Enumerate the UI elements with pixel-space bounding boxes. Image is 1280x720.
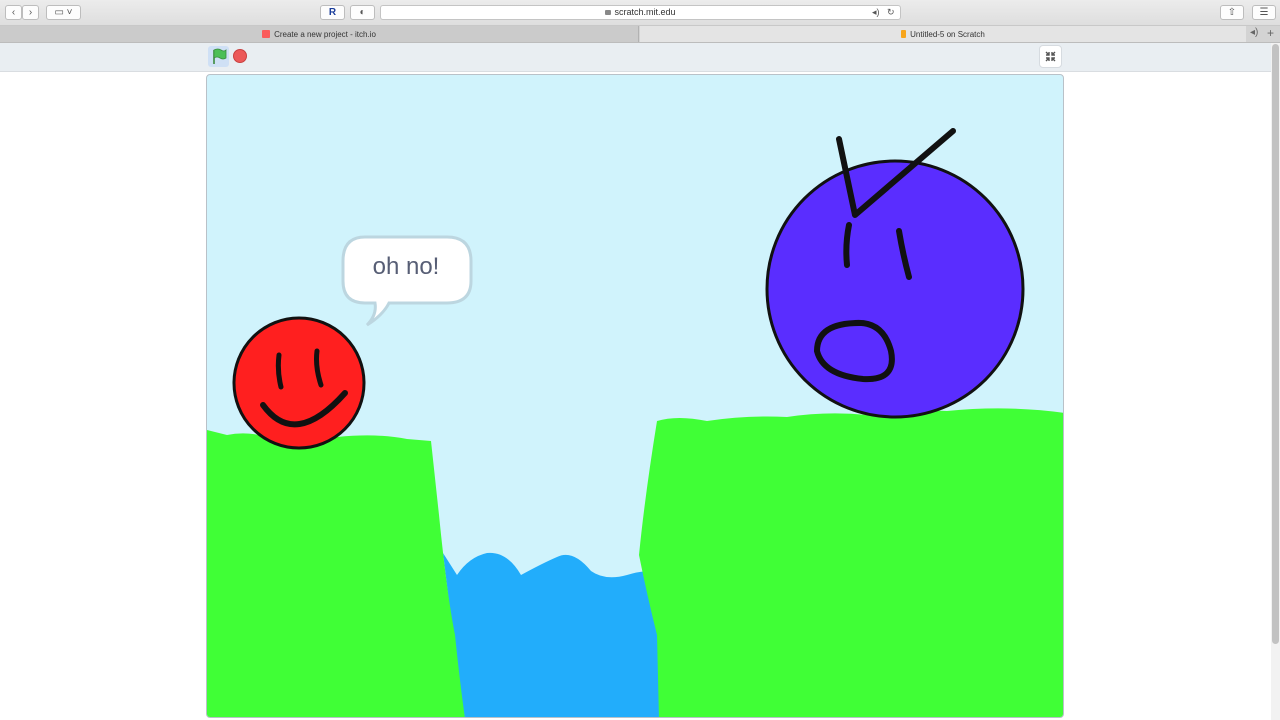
share-button[interactable]: ⇧ (1220, 5, 1244, 20)
green-flag-icon (213, 48, 227, 64)
audio-icon[interactable]: ◂) (872, 7, 880, 18)
fullscreen-button[interactable] (1039, 45, 1062, 68)
tab-label: Create a new project - itch.io (274, 29, 376, 39)
tab-scratch[interactable]: Untitled-5 on Scratch (640, 26, 1246, 42)
right-ground (639, 408, 1063, 717)
tab-bar: Create a new project - itch.io Untitled-… (0, 26, 1280, 43)
forward-button[interactable]: › (22, 5, 39, 20)
speech-bubble (341, 235, 473, 327)
back-button[interactable]: ‹ (5, 5, 22, 20)
new-tab-icon[interactable]: + (1267, 26, 1274, 40)
sidebar-button[interactable]: ▭ ˅ (46, 5, 81, 20)
extension-icon: R (328, 7, 337, 18)
reader-icon: ◐ (359, 7, 366, 18)
back-icon: ‹ (11, 7, 16, 18)
url-text: scratch.mit.edu (614, 7, 676, 17)
water (443, 552, 659, 717)
left-ground (207, 430, 465, 717)
player-controls (0, 43, 1271, 72)
tab-audio-icon[interactable]: ◂) (1250, 27, 1258, 38)
tabs-overview-button[interactable]: ☰ (1252, 5, 1276, 20)
red-ball-sprite (232, 316, 366, 450)
reader-button[interactable]: ◐ (350, 5, 375, 20)
sidebar-icon: ▭ ˅ (54, 7, 73, 18)
game-stage[interactable]: oh no! (206, 74, 1064, 718)
speech-bubble-text: oh no! (372, 253, 440, 280)
purple-ball-sprite (765, 128, 1025, 419)
tabs-overview-icon: ☰ (1259, 7, 1269, 18)
lock-icon (605, 10, 612, 15)
itch-favicon-icon (262, 30, 271, 38)
stage-canvas (207, 128, 1063, 717)
reload-icon[interactable]: ↻ (887, 7, 895, 18)
tab-itch[interactable]: Create a new project - itch.io (0, 26, 639, 42)
share-icon: ⇧ (1227, 7, 1237, 18)
extension-button[interactable]: R (320, 5, 345, 20)
exit-fullscreen-icon (1045, 51, 1056, 62)
page-scrollbar[interactable] (1272, 44, 1279, 644)
stop-button[interactable] (233, 49, 247, 63)
forward-icon: › (28, 7, 33, 18)
tab-label: Untitled-5 on Scratch (910, 29, 985, 39)
green-flag-button[interactable] (208, 46, 229, 67)
browser-toolbar: ‹ › ▭ ˅ R ◐ scratch.mit.edu ◂) ↻ ⇧ ☰ (0, 0, 1280, 26)
scratch-favicon-icon (901, 30, 907, 38)
address-bar[interactable]: scratch.mit.edu ◂) ↻ (380, 5, 901, 20)
